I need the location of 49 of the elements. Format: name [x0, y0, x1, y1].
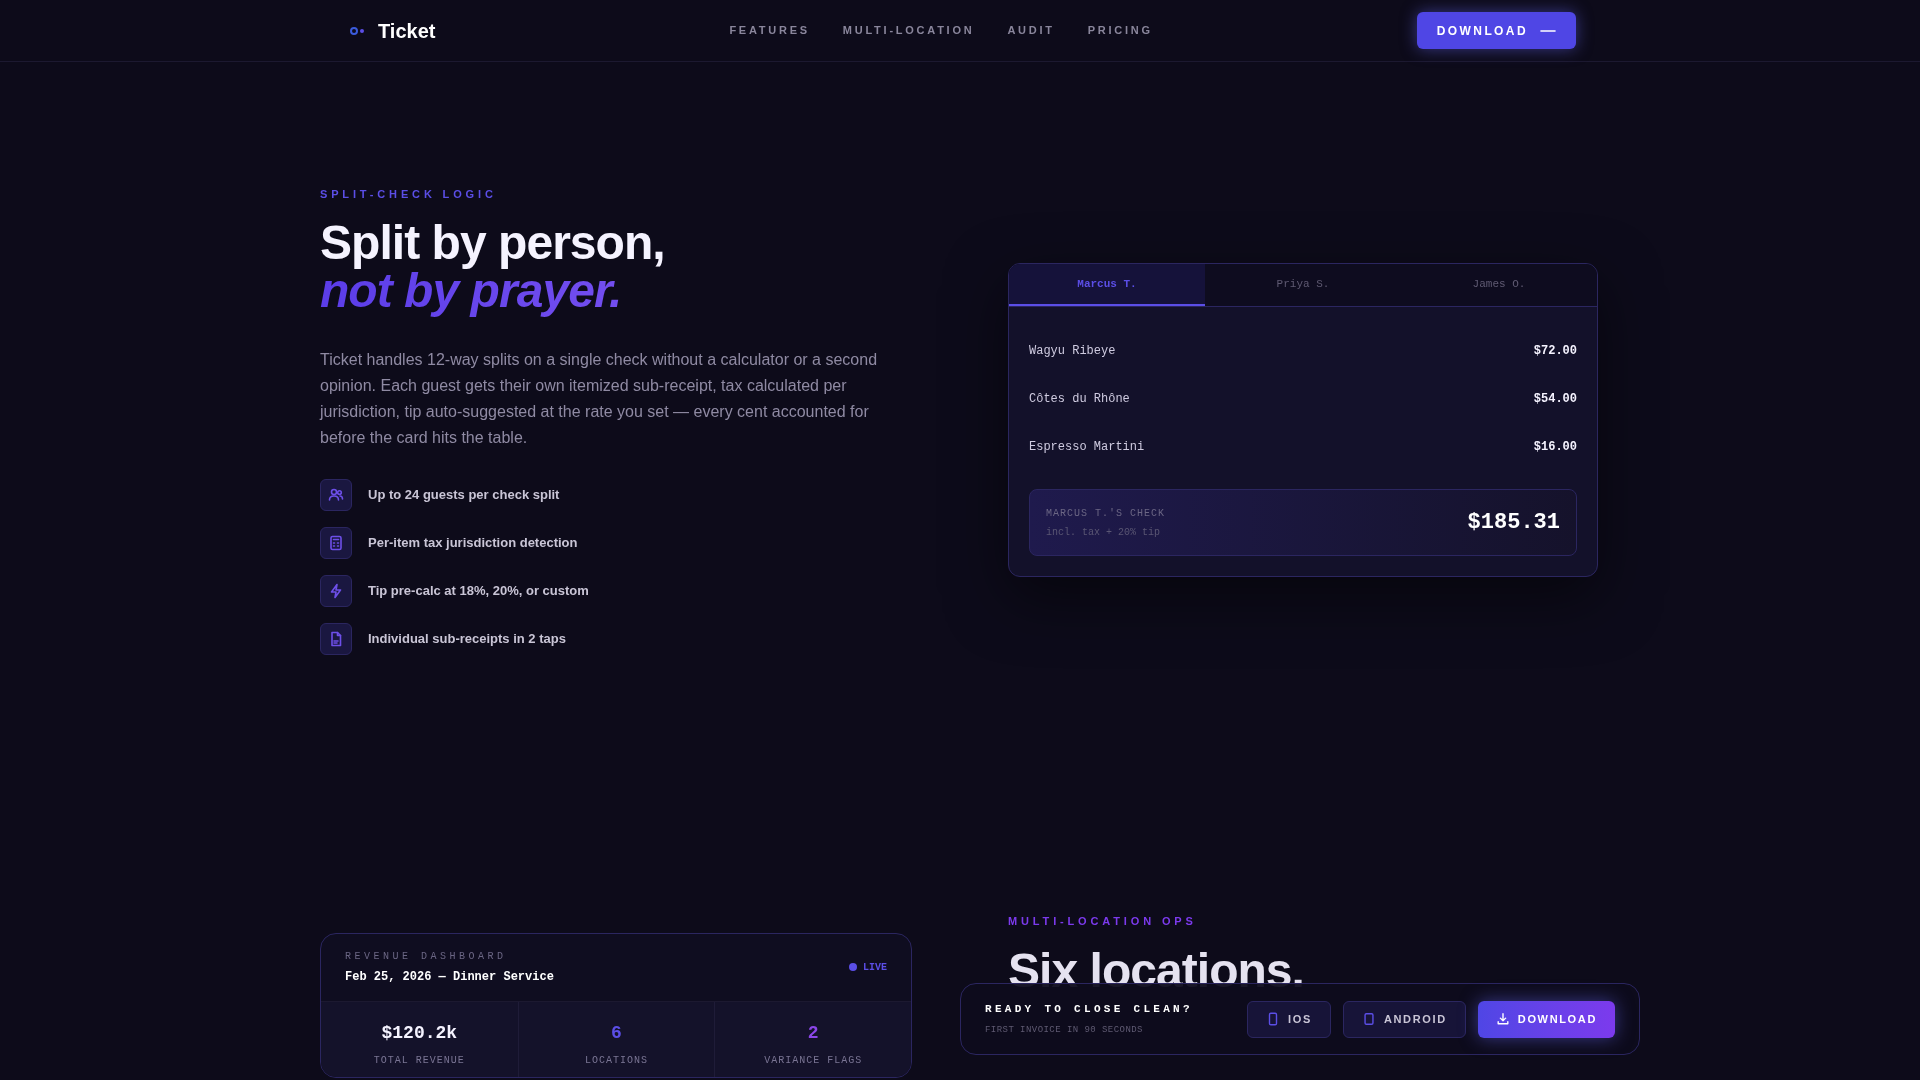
item-name: Côtes du Rhône: [1029, 391, 1130, 409]
android-button[interactable]: ANDROID: [1342, 1000, 1466, 1038]
section-eyebrow: SPLIT-CHECK LOGIC: [320, 187, 498, 202]
item-name: Wagyu Ribeye: [1029, 343, 1116, 361]
guest-tab[interactable]: Priya S.: [1205, 264, 1401, 307]
feature-label: Tip pre-calc at 18%, 20%, or custom: [368, 581, 589, 600]
nav-link[interactable]: FEATURES: [729, 22, 810, 39]
section-description: Ticket handles 12-way splits on a single check without a calculator or a second opinion. Each guest gets their own itemized sub-receipt, tax calculated per jurisdiction, tip auto-suggested at the rate you set — every cent accounted for before the card hits the table.: [320, 349, 879, 448]
cta-subtitle: FIRST INVOICE IN 90 SECONDS: [985, 1023, 1144, 1037]
live-status: LIVE: [863, 960, 887, 975]
stat-label: LOCATIONS: [585, 1053, 648, 1068]
brand-name[interactable]: Ticket: [378, 15, 436, 46]
cta-title: READY TO CLOSE CLEAN?: [985, 1002, 1193, 1017]
document-icon: [328, 630, 344, 647]
download-button[interactable]: DOWNLOAD: [1477, 1000, 1615, 1038]
total-label: MARCUS T.'S CHECK: [1046, 506, 1166, 521]
item-name: Espresso Martini: [1029, 439, 1145, 457]
dashboard-eyebrow: REVENUE DASHBOARD: [345, 949, 508, 964]
item-price: $54.00: [1533, 391, 1577, 409]
headline: Split by person,: [320, 218, 666, 267]
feature-label: Up to 24 guests per check split: [368, 485, 560, 504]
section-eyebrow: MULTI-LOCATION OPS: [1008, 913, 1198, 929]
stat-value: 6: [611, 1021, 622, 1045]
phone-icon: [1266, 1012, 1280, 1026]
calculator-icon: [328, 534, 344, 551]
stat-label: TOTAL REVENUE: [373, 1053, 465, 1068]
headline: Six locations.: [1008, 947, 1305, 995]
dash-icon: [1540, 28, 1556, 33]
nav-link[interactable]: PRICING: [1087, 22, 1153, 39]
download-button[interactable]: DOWNLOAD: [1416, 12, 1576, 49]
total-amount: $185.31: [1467, 509, 1560, 538]
dashboard-title: Feb 25, 2026 — Dinner Service: [345, 968, 554, 986]
nav-link[interactable]: AUDIT: [1007, 22, 1055, 39]
ios-button[interactable]: IOS: [1247, 1000, 1331, 1038]
download-icon: [1495, 1012, 1510, 1026]
item-price: $72.00: [1533, 343, 1577, 361]
stat-value: $120.2k: [381, 1021, 458, 1045]
guest-tab[interactable]: Marcus T.: [1009, 264, 1205, 307]
nav-link[interactable]: MULTI-LOCATION: [842, 22, 975, 39]
users-icon: [328, 486, 344, 503]
logo-icon: [350, 25, 366, 36]
feature-label: Per-item tax jurisdiction detection: [368, 533, 578, 552]
feature-label: Individual sub-receipts in 2 taps: [368, 629, 566, 648]
lightning-icon: [328, 582, 344, 599]
guest-tab[interactable]: James O.: [1401, 264, 1597, 307]
tablet-icon: [1361, 1012, 1376, 1026]
stat-label: VARIANCE FLAGS: [764, 1053, 863, 1068]
stat-value: 2: [807, 1021, 819, 1045]
item-price: $16.00: [1533, 439, 1577, 457]
